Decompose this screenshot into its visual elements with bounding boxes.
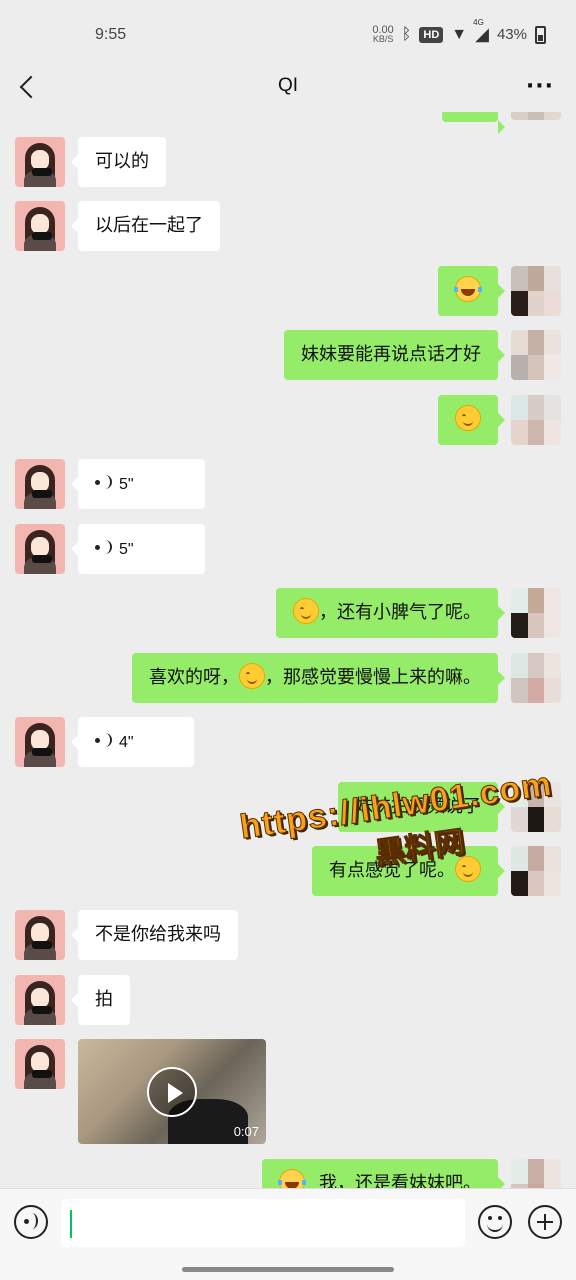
status-time: 9:55 [95,26,127,43]
contact-avatar[interactable] [15,975,65,1025]
message-bubble[interactable] [438,395,505,445]
contact-avatar[interactable] [15,1039,65,1089]
voice-wave-icon [95,732,113,750]
my-avatar[interactable] [511,330,561,380]
message-bubble[interactable]: 我，还是看妹妹吧。 [262,1159,505,1188]
voice-input-icon[interactable] [14,1205,48,1239]
voice-message[interactable]: 4" [71,717,194,767]
more-dots-icon[interactable]: ··· [526,74,554,99]
voice-wave-icon [95,474,113,492]
video-message[interactable]: 0:07 [78,1039,266,1144]
contact-avatar[interactable] [15,201,65,251]
contact-avatar[interactable] [15,717,65,767]
wifi-icon: ▼ [451,25,468,43]
message-bubble[interactable]: ，还有小脾气了呢。 [276,588,505,638]
bluetooth-icon: ᛒ [401,25,412,43]
status-icons: 0.00 KB/S ᛒ HD ▼ 4G ◢ 43% [372,18,546,45]
message-bubble[interactable]: 不是你给我来吗 [71,910,238,960]
emoji-icon[interactable] [478,1205,512,1239]
text-caret [70,1210,72,1238]
message-input[interactable] [61,1199,465,1247]
voice-message[interactable]: 5" [71,524,205,574]
message-bubble[interactable] [438,266,505,316]
message-bubble[interactable]: 妹妹要能再说点话才好 [284,330,505,380]
message-list[interactable]: 可以的 以后在一起了 妹妹要能再说点话才好 5" 5" ，还有小脾气了呢。 喜欢… [0,112,576,1188]
blush-smile-emoji-icon [293,598,319,624]
battery-icon [535,25,546,44]
my-avatar[interactable] [511,266,561,316]
hd-badge: HD [419,26,444,43]
contact-avatar[interactable] [15,524,65,574]
net-speed: 0.00 KB/S [372,23,394,44]
message-bubble[interactable] [442,112,505,134]
message-bubble[interactable]: 以后在一起了 [71,201,220,251]
contact-avatar[interactable] [15,910,65,960]
voice-wave-icon [95,539,113,557]
battery-percent: 43% [496,26,527,43]
laugh-cry-emoji-icon [454,276,482,302]
my-avatar[interactable] [511,395,561,445]
chat-title: QI [277,75,299,96]
play-icon[interactable] [147,1067,197,1117]
message-bubble[interactable]: 可以的 [71,137,166,187]
contact-avatar[interactable] [15,459,65,509]
home-indicator[interactable] [182,1267,394,1272]
plus-icon[interactable] [528,1205,562,1239]
blush-smile-emoji-icon [239,663,265,689]
blush-smile-emoji-icon [455,405,481,431]
my-avatar[interactable] [511,782,561,832]
message-bubble[interactable]: 妹妹拍视频说了 [338,782,505,832]
laugh-cry-emoji-icon [278,1169,306,1188]
message-bubble[interactable]: 喜欢的呀， ，那感觉要慢慢上来的嘛。 [132,653,505,703]
blush-smile-emoji-icon [455,856,481,882]
contact-avatar[interactable] [15,137,65,187]
chat-header: QI ··· [0,62,576,112]
my-avatar[interactable] [511,112,561,120]
signal-icon: 4G ◢ [473,18,489,44]
voice-message[interactable]: 5" [71,459,205,509]
message-bubble[interactable]: 拍 [71,975,130,1025]
my-avatar[interactable] [511,653,561,703]
my-avatar[interactable] [511,1159,561,1188]
my-avatar[interactable] [511,588,561,638]
message-bubble[interactable]: 有点感觉了呢。 [312,846,505,896]
my-avatar[interactable] [511,846,561,896]
video-duration: 0:07 [233,1124,259,1139]
